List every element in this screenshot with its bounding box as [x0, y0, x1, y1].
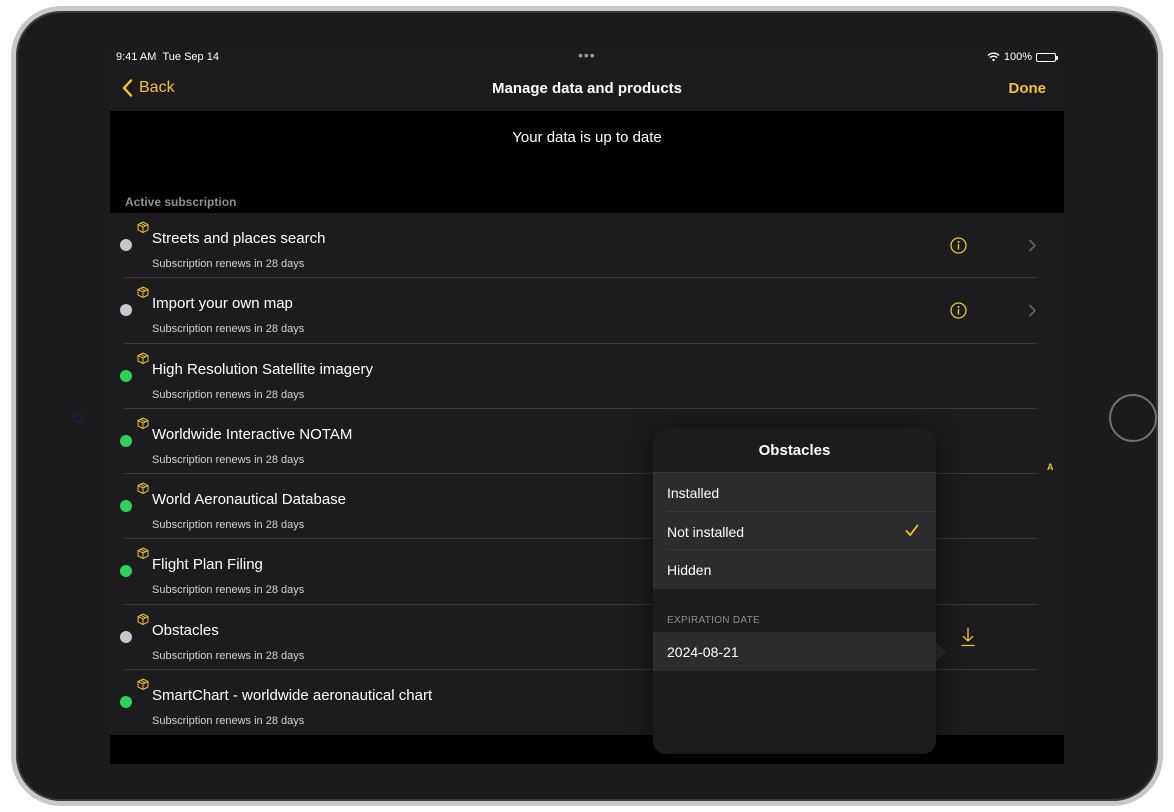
install-option-label: Installed [667, 485, 720, 501]
page-title: Manage data and products [491, 80, 683, 97]
status-dot [120, 630, 132, 643]
install-option[interactable]: Not installed [653, 512, 936, 551]
expiration-date-header: EXPIRATION DATE [667, 615, 761, 626]
package-icon [137, 221, 149, 233]
product-subtitle: Subscription renews in 28 days [152, 323, 305, 336]
product-subtitle: Subscription renews in 28 days [152, 258, 305, 270]
install-option-label: Not installed [667, 523, 745, 540]
info-circle-icon[interactable] [950, 302, 967, 319]
popover-arrow [936, 642, 946, 662]
home-button[interactable] [1109, 394, 1157, 442]
status-dot [120, 434, 132, 447]
navigation-bar: Back Manage data and products Done [110, 68, 1064, 111]
time-label: 9:41 AM [116, 51, 157, 63]
status-dot [120, 239, 132, 251]
status-dot [120, 304, 132, 317]
battery-icon [1036, 52, 1058, 62]
product-subtitle: Subscription renews in 28 days [152, 519, 305, 532]
obstacles-popover: Obstacles Installed Not installed Hidden E… [653, 428, 936, 754]
package-icon [137, 482, 149, 495]
product-title: Import your own map [152, 295, 293, 313]
expiration-date-cell[interactable]: 2024-08-21 [653, 632, 936, 671]
product-title: High Resolution Satellite imagery [152, 360, 373, 378]
popover-title: Obstacles [758, 442, 831, 459]
product-title: Flight Plan Filing [152, 556, 263, 574]
status-indicators: 100% [987, 51, 1058, 63]
product-subtitle: Subscription renews in 28 days [152, 388, 305, 401]
product-row[interactable]: Import your own map Subscription renews i… [110, 278, 1064, 344]
done-button[interactable]: Done [1009, 80, 1047, 97]
chevron-right-icon[interactable] [1028, 239, 1037, 252]
product-subtitle: Subscription renews in 28 days [152, 453, 305, 466]
section-header: Active subscription [125, 195, 237, 209]
package-icon [137, 547, 149, 560]
product-title: SmartChart - worldwide aeronautical char… [152, 687, 433, 705]
product-subtitle: Subscription renews in 28 days [152, 715, 305, 728]
download-icon[interactable] [961, 627, 975, 647]
product-subtitle: Subscription renews in 28 days [152, 584, 305, 597]
status-dot [120, 369, 132, 382]
product-title: Worldwide Interactive NOTAM [152, 425, 353, 443]
info-circle-icon[interactable] [950, 237, 967, 254]
checkmark-icon [905, 524, 919, 536]
index-letter[interactable]: A [1047, 462, 1054, 472]
front-camera [74, 414, 82, 422]
status-bar: 9:41 AM Tue Sep 14 ••• 100% [110, 47, 1064, 68]
multitasking-dots-icon[interactable]: ••• [578, 47, 596, 63]
battery-percent: 100% [1003, 51, 1032, 63]
install-option-label: Hidden [667, 562, 712, 579]
expiration-date-value: 2024-08-21 [667, 644, 739, 660]
install-option[interactable]: Installed [653, 473, 936, 512]
package-icon [137, 613, 149, 625]
status-dot [120, 500, 132, 513]
wifi-icon [987, 52, 1000, 62]
install-options-list: Installed Not installed Hidden [653, 472, 936, 590]
chevron-right-icon[interactable] [1028, 304, 1037, 317]
product-row[interactable]: High Resolution Satellite imagery Subscri… [110, 344, 1064, 410]
product-row[interactable]: Streets and places search Subscription re… [110, 213, 1064, 279]
package-icon [137, 352, 149, 364]
data-status-message: Your data is up to date [512, 129, 662, 146]
product-title: Obstacles [152, 621, 219, 639]
app-screen: 9:41 AM Tue Sep 14 ••• 100% Back Manage … [110, 47, 1064, 764]
status-dot [120, 696, 132, 709]
package-icon [137, 417, 149, 429]
package-icon [137, 286, 149, 299]
status-dot [120, 565, 132, 578]
install-option[interactable]: Hidden [653, 550, 936, 589]
date-label: Tue Sep 14 [162, 51, 219, 63]
product-title: World Aeronautical Database [152, 491, 347, 509]
product-subtitle: Subscription renews in 28 days [152, 649, 305, 662]
status-time: 9:41 AM Tue Sep 14 [116, 51, 219, 63]
package-icon [137, 678, 149, 691]
product-title: Streets and places search [152, 230, 326, 247]
